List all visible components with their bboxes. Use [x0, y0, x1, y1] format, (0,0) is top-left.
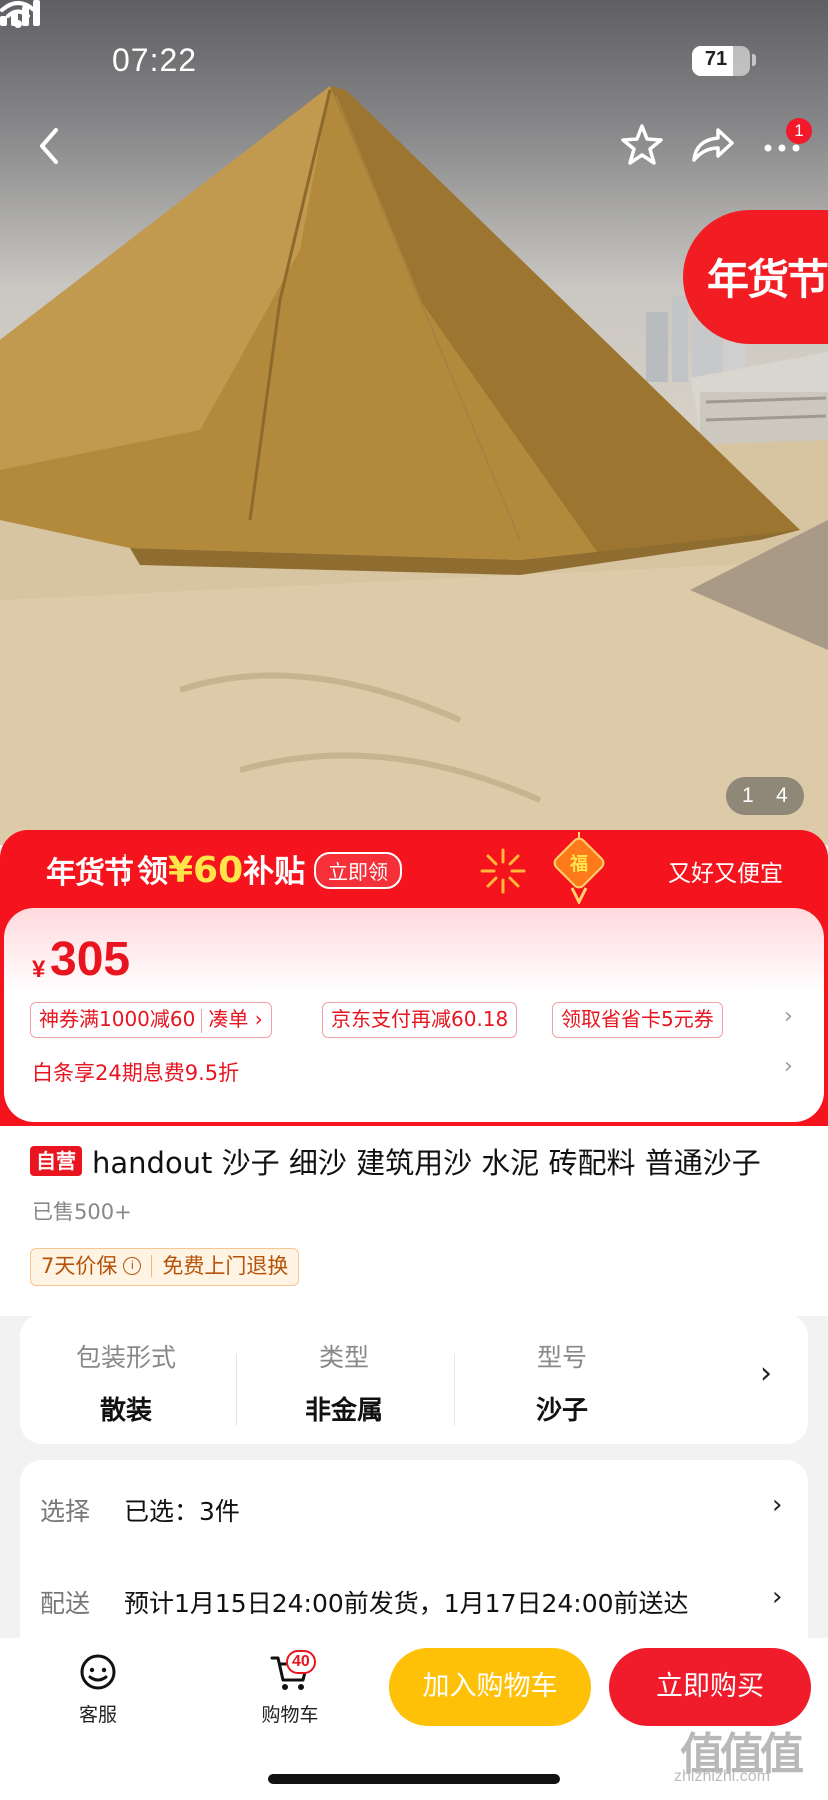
- product-title: handout 沙子 细沙 建筑用沙 水泥 砖配料 普通沙子: [92, 1146, 761, 1180]
- cart-count-badge: 40: [286, 1650, 316, 1674]
- home-indicator[interactable]: [268, 1774, 560, 1784]
- firework-icon: [480, 848, 526, 894]
- coupon-text: 神券满1000减60: [39, 1007, 196, 1031]
- page-total: 4: [776, 784, 788, 807]
- spec-item: 包装形式 散装: [36, 1338, 216, 1427]
- chevron-right-icon[interactable]: ›: [772, 1582, 782, 1612]
- fortune-charm-icon: 福: [553, 832, 605, 904]
- free-return-label: 免费上门退换: [162, 1254, 289, 1278]
- spec-value: 非金属: [304, 1396, 383, 1426]
- add-to-cart-button[interactable]: 加入购物车: [389, 1648, 591, 1726]
- battery-icon: 71: [692, 46, 750, 76]
- page-current: 1: [742, 784, 754, 807]
- cart-label: 购物车: [261, 1704, 319, 1726]
- customer-service-icon: [80, 1654, 116, 1690]
- buy-now-button[interactable]: 立即购买: [609, 1648, 811, 1726]
- product-image-carousel[interactable]: 07:22 71 1 年货节 1 4: [0, 0, 828, 845]
- customer-service-label: 客服: [78, 1704, 117, 1726]
- installment-offer[interactable]: 白条享24期息费9.5折: [32, 1057, 239, 1087]
- claim-now-button[interactable]: 立即领: [314, 852, 402, 889]
- self-operated-tag: 自营: [30, 1146, 82, 1176]
- divider: [236, 1354, 237, 1426]
- festival-badge[interactable]: 年货节: [683, 210, 828, 344]
- promo-divider: [124, 854, 126, 886]
- watermark-url: zhizhizhi.com: [674, 1768, 771, 1785]
- promo-festival-title: 年货节: [46, 856, 134, 891]
- favorite-star-icon[interactable]: [614, 118, 670, 174]
- spec-label: 型号: [536, 1343, 587, 1372]
- promo-slogan: 又好又便宜: [668, 861, 783, 887]
- chevron-right-icon[interactable]: ›: [760, 1356, 772, 1391]
- coupon-tag[interactable]: 领取省省卡5元券: [552, 1002, 723, 1038]
- delivery-label: 配送: [40, 1589, 91, 1618]
- notification-badge: 1: [786, 118, 812, 144]
- add-on-link[interactable]: 凑单 ›: [208, 1007, 262, 1031]
- delivery-value[interactable]: 预计1月15日24:00前发货，1月17日24:00前送达: [124, 1584, 689, 1620]
- select-value[interactable]: 已选：3件: [124, 1492, 240, 1528]
- promo-subsidy-amount: ¥60: [168, 850, 244, 891]
- sold-count: 已售500+: [32, 1200, 132, 1224]
- coupon-text: 领取省省卡5元券: [561, 1007, 714, 1031]
- chevron-right-icon[interactable]: ›: [784, 1004, 793, 1029]
- spec-label: 类型: [318, 1343, 369, 1372]
- spec-value: 沙子: [535, 1396, 588, 1426]
- guarantee-tag[interactable]: 7天价保 i 免费上门退换: [30, 1248, 300, 1286]
- purchase-options: [20, 1460, 808, 1660]
- spec-label: 包装形式: [75, 1343, 176, 1372]
- back-icon[interactable]: [22, 118, 78, 174]
- price-protection-label: 7天价保: [41, 1254, 118, 1278]
- divider: [454, 1354, 455, 1426]
- info-icon[interactable]: i: [123, 1257, 142, 1275]
- svg-text:福: 福: [569, 853, 588, 875]
- coupon-text: 京东支付再减60.18: [331, 1007, 509, 1031]
- product-page: 07:22 71 1 年货节 1 4 年货节 领¥60补贴 立即领 福 又好又便…: [0, 0, 828, 1800]
- select-label: 选择: [40, 1497, 91, 1526]
- coupon-tag[interactable]: 京东支付再减60.18: [322, 1002, 518, 1038]
- customer-service-button[interactable]: 客服: [48, 1652, 148, 1727]
- image-page-counter: 1 4: [726, 777, 804, 815]
- price-currency: ¥: [32, 956, 46, 983]
- spec-value: 散装: [99, 1396, 152, 1426]
- status-bar: 07:22 71: [0, 0, 828, 120]
- spec-item: 类型 非金属: [254, 1338, 434, 1427]
- battery-level: 71: [704, 48, 728, 70]
- share-icon[interactable]: [684, 118, 740, 174]
- price-value: 305: [50, 933, 131, 986]
- spec-item: 型号 沙子: [472, 1338, 652, 1427]
- promo-subsidy: 领¥60补贴: [137, 850, 306, 891]
- chevron-right-icon[interactable]: ›: [772, 1490, 782, 1520]
- clock: 07:22: [112, 42, 198, 78]
- wifi-icon: [0, 1, 36, 28]
- coupon-tag[interactable]: 神券满1000减60 凑单 ›: [30, 1002, 272, 1038]
- chevron-right-icon[interactable]: ›: [784, 1054, 793, 1079]
